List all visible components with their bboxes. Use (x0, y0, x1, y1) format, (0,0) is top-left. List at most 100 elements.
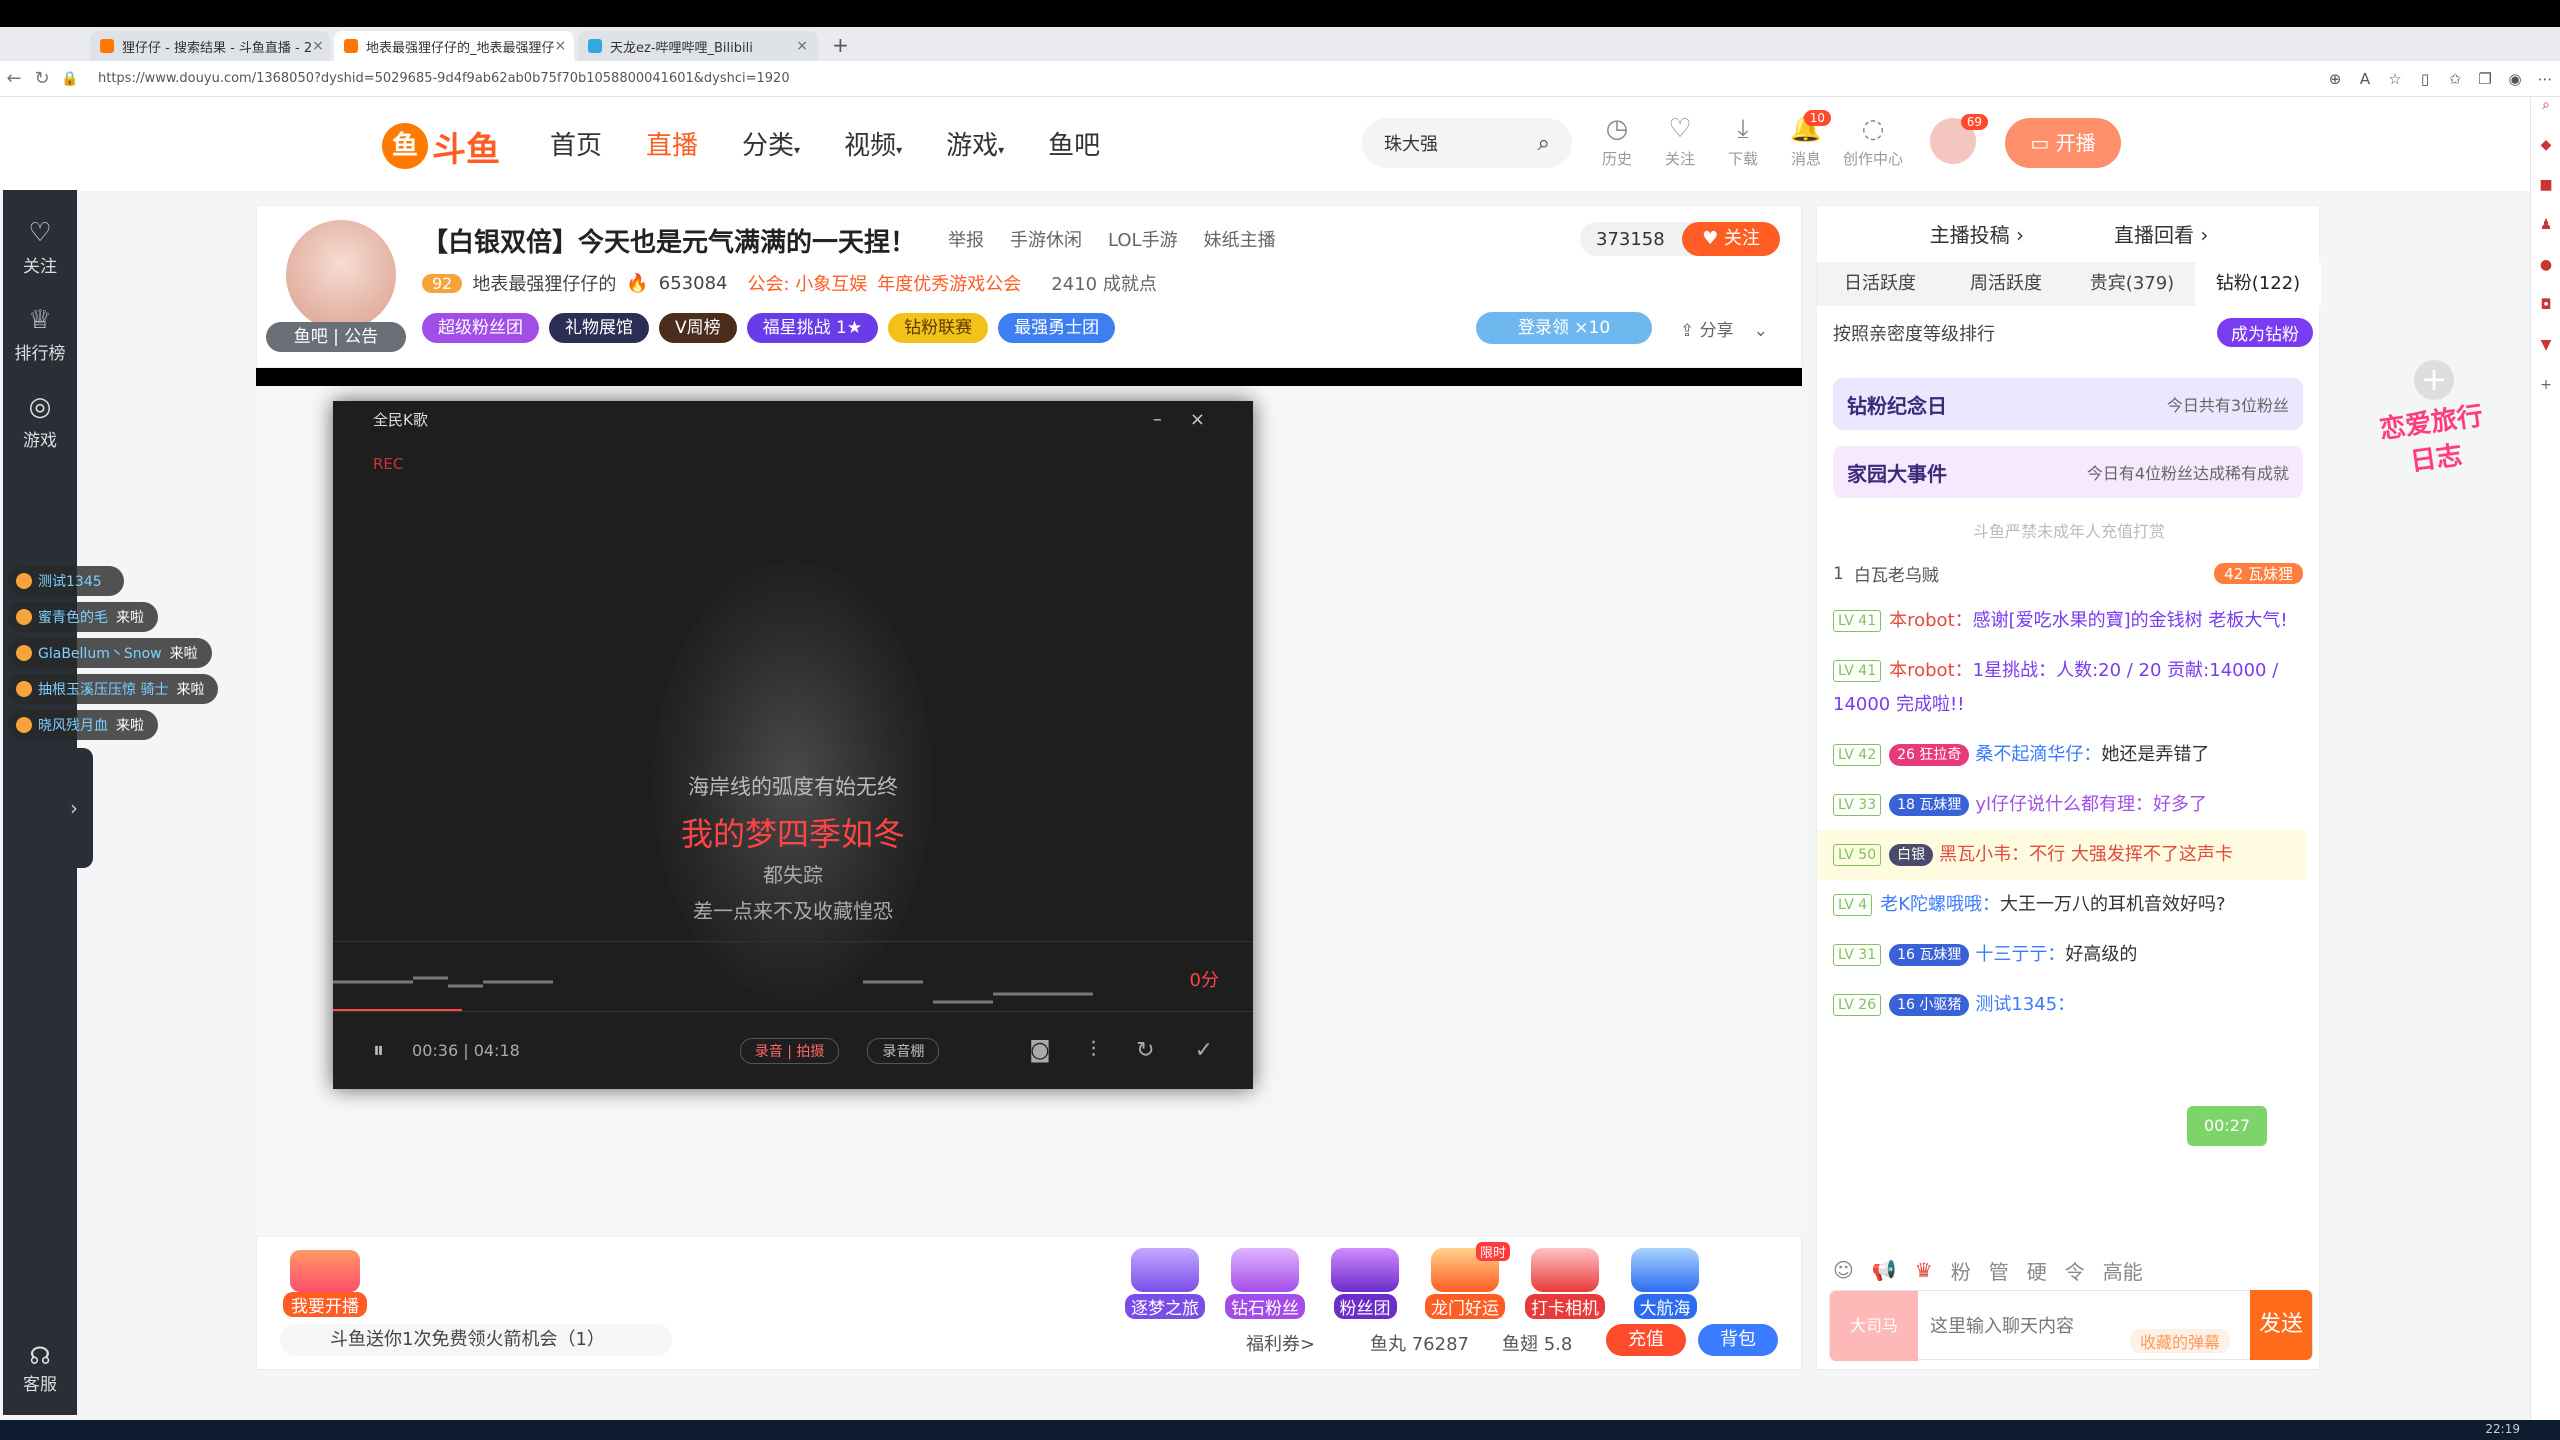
host-posts-link[interactable]: 主播投稿 › (1930, 219, 2024, 248)
nav-fishbar[interactable]: 鱼吧 (1048, 125, 1100, 165)
lucky-star-pill[interactable]: 福星挑战 1★ (746, 313, 879, 343)
sidebar-expand-button[interactable]: › (55, 748, 93, 868)
nav-game[interactable]: 游戏▾ (946, 125, 1004, 165)
gift-item[interactable]: 大航海 (1620, 1248, 1710, 1319)
favorites-icon[interactable]: ✩ (2440, 70, 2470, 88)
hard-tool[interactable]: 硬 (2027, 1256, 2047, 1285)
nav-live[interactable]: 直播 (646, 125, 698, 165)
close-tab-icon[interactable]: × (312, 38, 324, 54)
diamond-anniversary-banner[interactable]: 钻粉纪念日 今日共有3位粉丝 (1833, 378, 2303, 430)
toolbox-icon[interactable]: ■ (2531, 177, 2560, 217)
gift-item[interactable]: 钻石粉丝 (1220, 1248, 1310, 1319)
creator-center-button[interactable]: ◌ 创作中心 (1838, 114, 1908, 169)
gift-gallery-pill[interactable]: 礼物展馆 (549, 313, 649, 343)
close-tab-icon[interactable]: × (796, 38, 808, 54)
add-icon[interactable]: + (2531, 377, 2560, 417)
free-rocket-message[interactable]: 斗鱼送你1次免费领火箭机会（1） (280, 1324, 672, 1356)
command-tool[interactable]: 令 (2065, 1256, 2085, 1285)
history-button[interactable]: ◷ 历史 (1582, 114, 1652, 169)
collections-icon[interactable]: ❐ (2470, 70, 2500, 88)
treasure-chest-timer[interactable]: 00:27 (2187, 1106, 2267, 1146)
super-fan-club-pill[interactable]: 超级粉丝团 (422, 313, 539, 343)
guild-link[interactable]: 公会: 小象互娱 (748, 270, 868, 296)
gift-item[interactable]: 粉丝团 (1320, 1248, 1410, 1319)
category-link[interactable]: LOL手游 (1108, 226, 1178, 252)
love-travel-badge[interactable]: 恋爱旅行日志 (2374, 398, 2495, 502)
url-field[interactable]: https://www.douyu.com/1368050?dyshid=502… (98, 71, 2320, 86)
welfare-link[interactable]: 福利券> (1246, 1330, 1315, 1356)
read-aloud-icon[interactable]: A (2350, 70, 2380, 88)
home-events-banner[interactable]: 家园大事件 今日有4位粉丝达成稀有成就 (1833, 446, 2303, 498)
browser-tab-2[interactable]: 地表最强狸仔仔的_地表最强狸仔 × (334, 31, 574, 61)
nav-category[interactable]: 分类▾ (742, 125, 800, 165)
recharge-button[interactable]: 充值 (1606, 1324, 1686, 1356)
nav-video[interactable]: 视频▾ (844, 125, 902, 165)
send-button[interactable]: 发送 (2250, 1290, 2312, 1360)
gift-item[interactable]: 逐梦之旅 (1120, 1248, 1210, 1319)
tab-weekly-activity[interactable]: 周活跃度 (1943, 262, 2069, 306)
close-tab-icon[interactable]: × (555, 38, 567, 54)
reload-icon[interactable]: ↻ (28, 68, 56, 89)
user-avatar-label[interactable]: 大司马 (1830, 1291, 1918, 1361)
browser-tab-3[interactable]: 天龙ez-哔哩哔哩_Bilibili × (578, 31, 818, 61)
top-rank-entry[interactable]: 1 白瓦老乌贼 42 瓦妹狸 (1833, 561, 2303, 586)
sidebar-item-game[interactable]: ◎ 游戏 (3, 392, 77, 451)
favorite-star-icon[interactable]: ☆ (2380, 70, 2410, 88)
become-diamond-button[interactable]: 成为钻粉 (2217, 318, 2313, 347)
weekly-rank-pill[interactable]: V周榜 (659, 313, 737, 343)
message-button[interactable]: 🔔 10 消息 (1771, 110, 1841, 169)
host-name[interactable]: 地表最强狸仔仔的 (472, 270, 616, 296)
search-input[interactable]: 珠大强 (1384, 130, 1438, 156)
sidebar-item-ranking[interactable]: ♕ 排行榜 (3, 305, 77, 364)
start-live-button[interactable]: ▭ 开播 (2005, 118, 2121, 168)
emoji-icon[interactable]: ☺ (1833, 1258, 1854, 1282)
mixer-icon[interactable]: ⫶ (1091, 1038, 1097, 1063)
backpack-button[interactable]: 背包 (1698, 1324, 1778, 1356)
tag-icon[interactable]: ◆ (2531, 137, 2560, 177)
saved-barrage-button[interactable]: 收藏的弹幕 (2130, 1329, 2231, 1353)
noble-icon[interactable]: ♛ (1915, 1258, 1933, 1282)
nav-home[interactable]: 首页 (550, 125, 602, 165)
gift-item[interactable]: 打卡相机 (1520, 1248, 1610, 1319)
broadcast-icon[interactable]: 📢 (1872, 1258, 1897, 1282)
search-icon[interactable]: ⌕ (2531, 97, 2560, 137)
douyu-logo[interactable]: 鱼斗鱼 (382, 120, 500, 172)
sidebar-item-follow[interactable]: ♡ 关注 (3, 218, 77, 277)
camera-icon[interactable]: ◙ (1029, 1038, 1050, 1063)
tab-diamond-fans[interactable]: 钻粉(122) (2195, 262, 2321, 306)
achievement-points[interactable]: 2410 成就点 (1051, 270, 1157, 296)
follow-button[interactable]: ♡ 关注 (1645, 114, 1715, 169)
check-icon[interactable]: ✓ (1195, 1038, 1213, 1063)
tools-icon[interactable]: ▼ (2531, 337, 2560, 377)
category-link[interactable]: 手游休闲 (1010, 226, 1082, 252)
chat-input[interactable]: 这里输入聊天内容 (1930, 1312, 2074, 1338)
ktv-window[interactable]: 全民K歌 –× REC 海岸线的弧度有始无终 我的梦四季如冬 都失踪 差一点来不及… (333, 401, 1253, 1089)
start-live-gift[interactable]: 我要开播 (280, 1250, 370, 1317)
login-reward-button[interactable]: 登录领 ×10 (1476, 312, 1652, 344)
loop-icon[interactable]: ↻ (1136, 1038, 1154, 1063)
search-icon[interactable]: ⌕ (1538, 131, 1550, 156)
search-box[interactable]: 珠大强 ⌕ (1362, 118, 1572, 168)
tab-vip[interactable]: 贵宾(379) (2069, 262, 2195, 306)
diamond-league-pill[interactable]: 钻粉联赛 (888, 313, 989, 343)
gift-item[interactable]: 龙门好运 限时 (1420, 1242, 1510, 1319)
host-avatar[interactable] (286, 220, 396, 330)
report-link[interactable]: 举报 (948, 226, 984, 252)
share-button[interactable]: ⇪ 分享 ⌄ (1680, 316, 1768, 341)
browser-tab-1[interactable]: 狸仔仔 - 搜索结果 - 斗鱼直播 - 2 × (90, 31, 330, 61)
fan-tool[interactable]: 粉 (1951, 1256, 1971, 1285)
split-screen-icon[interactable]: ▯ (2410, 70, 2440, 88)
sidebar-item-service[interactable]: ☊ 客服 (3, 1342, 77, 1395)
office-icon[interactable]: ● (2531, 257, 2560, 297)
more-chevron-icon[interactable]: ⌄ (1754, 321, 1768, 341)
studio-button[interactable]: 录音棚 (867, 1037, 940, 1064)
more-icon[interactable]: ⋯ (2530, 70, 2560, 88)
follow-button[interactable]: ♥ 关注 (1682, 222, 1780, 256)
zoom-icon[interactable]: ⊕ (2320, 70, 2350, 88)
back-icon[interactable]: ← (0, 68, 28, 89)
new-tab-button[interactable]: + (822, 33, 859, 61)
ktv-window-controls[interactable]: –× (1153, 401, 1233, 439)
person-icon[interactable]: ♟ (2531, 217, 2560, 257)
download-button[interactable]: ⤓ 下载 (1708, 114, 1778, 169)
user-avatar[interactable]: 69 (1930, 114, 1988, 164)
